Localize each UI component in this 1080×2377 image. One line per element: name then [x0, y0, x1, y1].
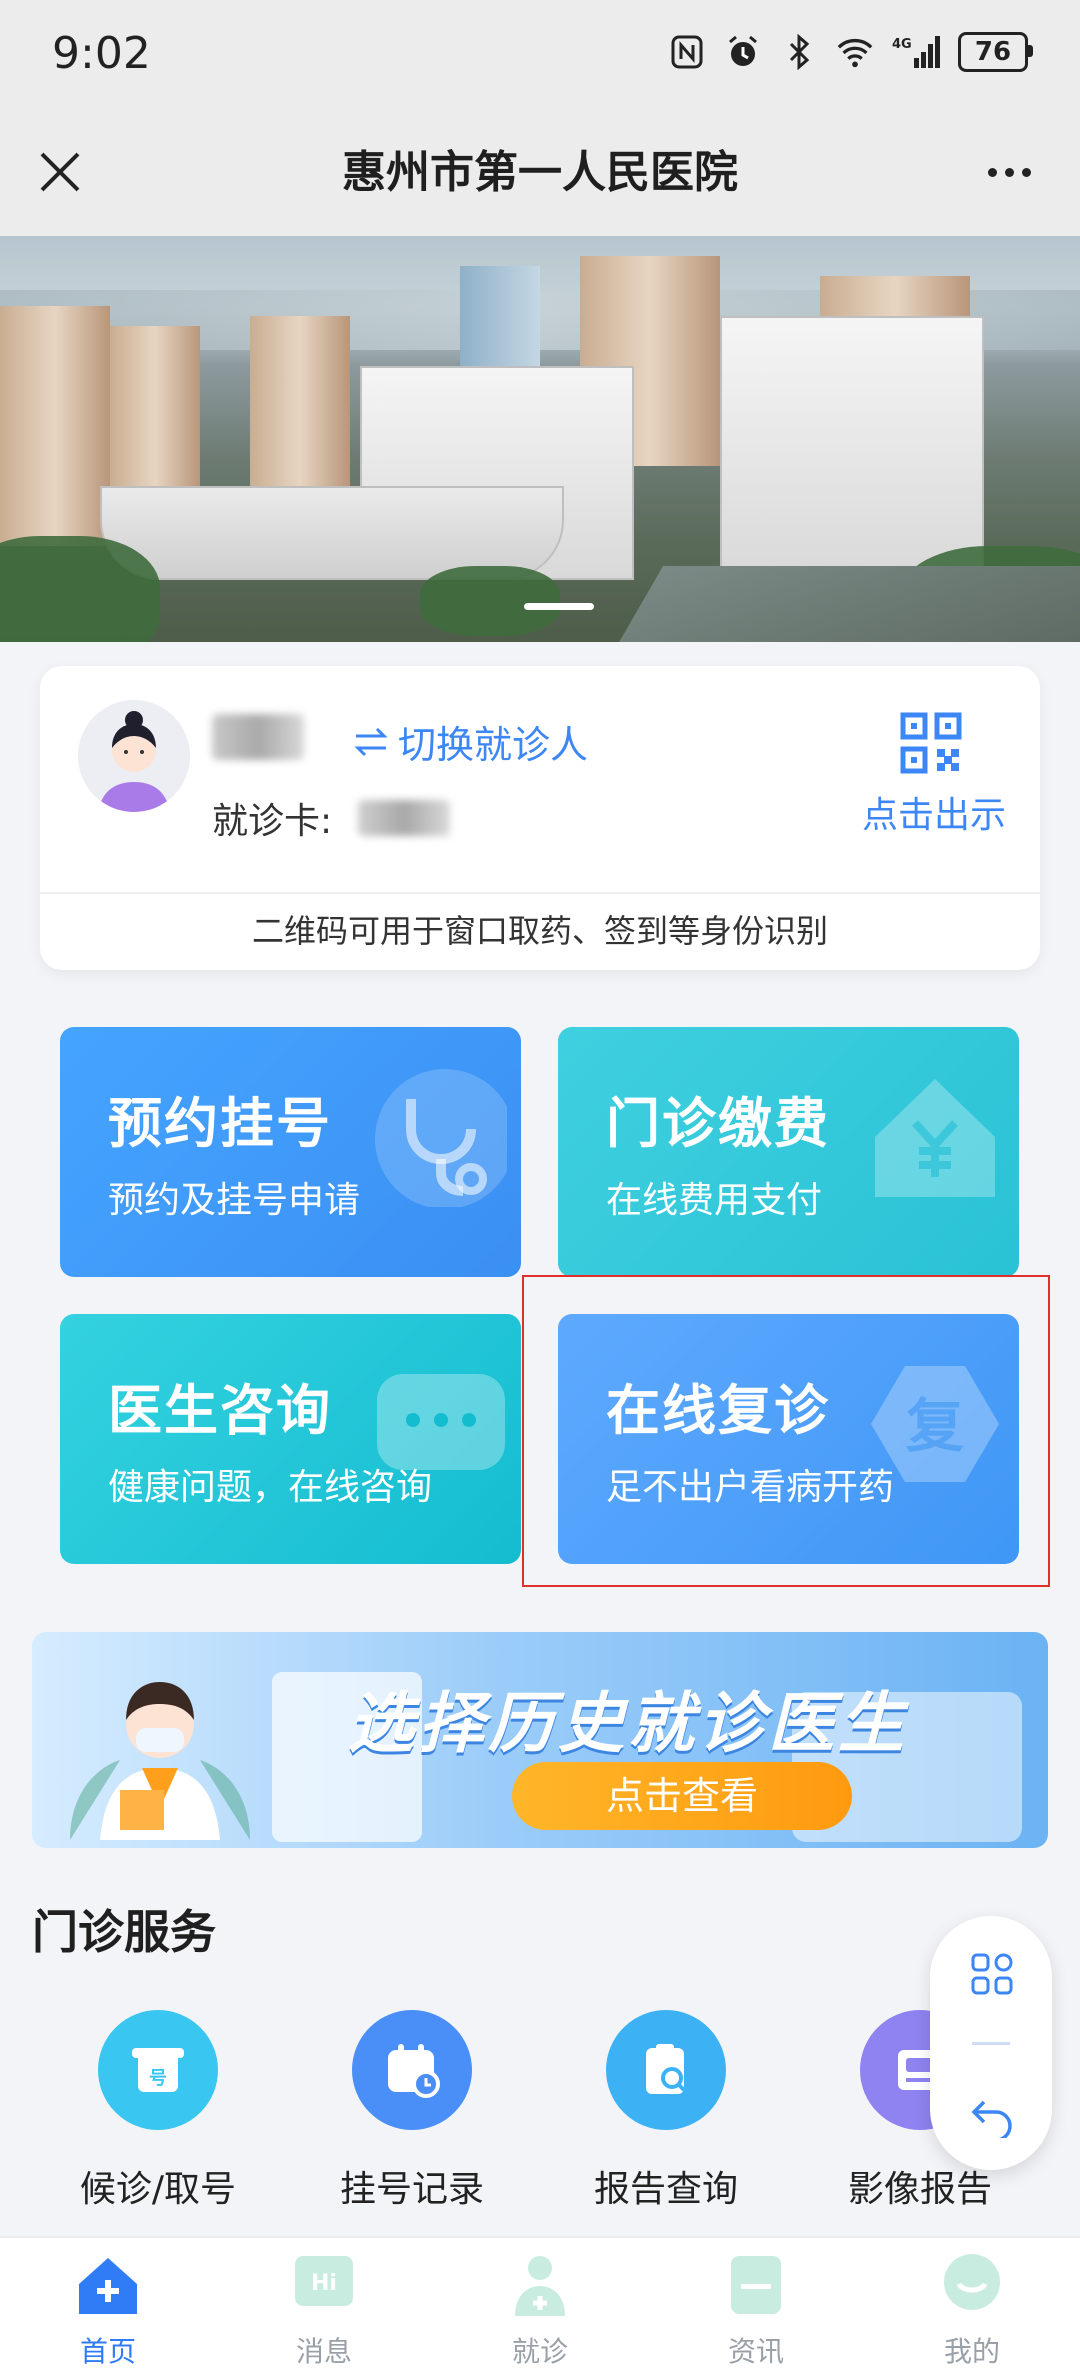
qr-code-icon[interactable]: [900, 712, 962, 774]
card-number-label: 就诊卡:: [212, 801, 333, 842]
calendar-clock-icon: [352, 2010, 472, 2130]
bluetooth-icon: [780, 33, 818, 71]
wifi-icon: [836, 33, 874, 71]
hospital-banner-image[interactable]: [0, 236, 1080, 642]
nav-label: 消息: [295, 2335, 352, 2368]
floating-divider: [972, 2042, 1010, 2045]
chat-bubble-icon: [377, 1374, 505, 1470]
news-icon: [731, 2256, 781, 2314]
card-divider: [40, 892, 1040, 894]
page-title: 惠州市第一人民医院: [342, 147, 738, 198]
section-title: 门诊服务: [32, 1905, 216, 1959]
alarm-icon: [724, 33, 762, 71]
signal-icon: 4G: [892, 33, 940, 71]
tile-subtitle: 在线费用支付: [606, 1180, 823, 1221]
nfc-icon: [668, 33, 706, 71]
profile-icon: [944, 2254, 1000, 2310]
status-time: 9:02: [52, 28, 151, 79]
close-button[interactable]: [30, 142, 90, 202]
visit-icon: [515, 2256, 565, 2316]
more-icon: [987, 167, 997, 177]
queue-ticket-icon: 号: [98, 2010, 218, 2130]
tile-appointment[interactable]: 预约挂号 预约及挂号申请: [60, 1027, 521, 1277]
apps-grid-icon: [971, 1953, 1013, 1995]
patient-name-redacted: [212, 714, 304, 760]
tile-title: 预约挂号: [108, 1092, 332, 1155]
promo-view-button[interactable]: 点击查看: [512, 1762, 852, 1830]
status-icons: 4G 76: [668, 30, 1033, 74]
tile-doctor-consult[interactable]: 医生咨询 健康问题，在线咨询: [60, 1314, 521, 1564]
doctor-illustration: [60, 1640, 260, 1840]
service-label: 候诊/取号: [79, 2169, 237, 2210]
payment-house-icon: [875, 1079, 995, 1197]
highlight-frame: [522, 1275, 1050, 1587]
promo-headline: 选择历史就诊医生: [348, 1685, 908, 1762]
nav-label: 我的: [943, 2335, 1000, 2368]
nav-label: 就诊: [511, 2335, 568, 2368]
svg-text:4G: 4G: [892, 37, 912, 52]
nav-profile[interactable]: 我的: [864, 2250, 1080, 2370]
tile-payment[interactable]: 门诊缴费 在线费用支付: [558, 1027, 1019, 1277]
report-search-icon: [606, 2010, 726, 2130]
service-label: 报告查询: [593, 2169, 738, 2210]
nav-home[interactable]: 首页: [0, 2250, 216, 2370]
avatar: [78, 700, 190, 812]
close-icon: [40, 152, 80, 192]
back-button[interactable]: [970, 2094, 1014, 2142]
banner-indicator: [524, 603, 594, 610]
nav-label: 资讯: [727, 2335, 784, 2368]
show-qr-button[interactable]: 点击出示: [862, 786, 1006, 838]
service-queue-number[interactable]: 号 候诊/取号: [48, 2010, 268, 2212]
nav-messages[interactable]: Hi 消息: [216, 2250, 432, 2370]
stethoscope-icon: [375, 1069, 507, 1207]
nav-visit[interactable]: 就诊: [432, 2250, 648, 2370]
message-icon: Hi: [295, 2256, 353, 2306]
apps-grid-button[interactable]: [970, 1952, 1014, 1996]
service-label: 挂号记录: [339, 2169, 484, 2210]
card-number-redacted: [358, 800, 450, 836]
home-icon: [79, 2258, 137, 2314]
swap-icon: [354, 727, 388, 756]
nav-label: 首页: [79, 2335, 136, 2368]
card-note: 二维码可用于窗口取药、签到等身份识别: [251, 912, 828, 950]
service-registration-records[interactable]: 挂号记录: [302, 2010, 522, 2212]
svg-text:号: 号: [149, 2068, 167, 2089]
tile-subtitle: 预约及挂号申请: [108, 1180, 361, 1221]
switch-patient-button[interactable]: 切换就诊人: [354, 714, 588, 769]
battery-indicator: 76: [958, 32, 1033, 72]
switch-patient-label: 切换就诊人: [398, 723, 589, 767]
tile-title: 医生咨询: [108, 1379, 332, 1442]
nav-news[interactable]: 资讯: [648, 2250, 864, 2370]
back-arrow-icon: [971, 2100, 1012, 2142]
svg-text:Hi: Hi: [311, 2271, 337, 2296]
more-options-button[interactable]: [974, 142, 1044, 202]
tile-title: 门诊缴费: [606, 1092, 830, 1155]
service-report-query[interactable]: 报告查询: [556, 2010, 776, 2212]
